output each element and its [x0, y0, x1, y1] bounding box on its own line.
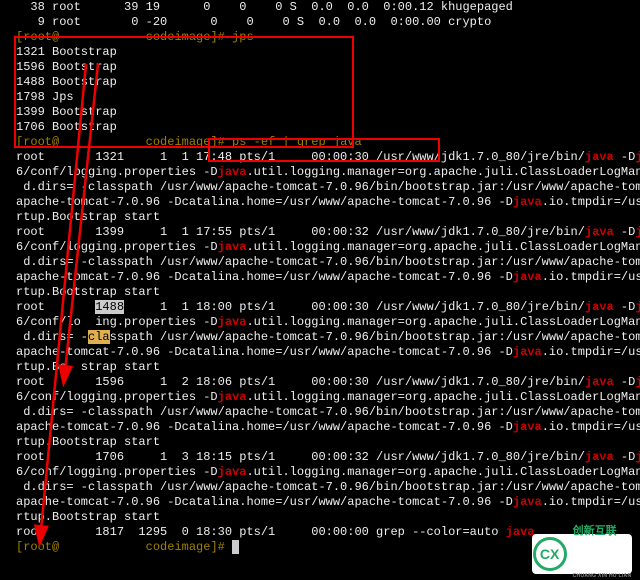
- watermark-text: 创新互联: [573, 524, 632, 539]
- watermark-logo: CX 创新互联 CHUANG XIN HU LIAN: [532, 534, 632, 574]
- annotation-box-jps: [14, 36, 354, 148]
- annotation-box-psef: [208, 138, 440, 162]
